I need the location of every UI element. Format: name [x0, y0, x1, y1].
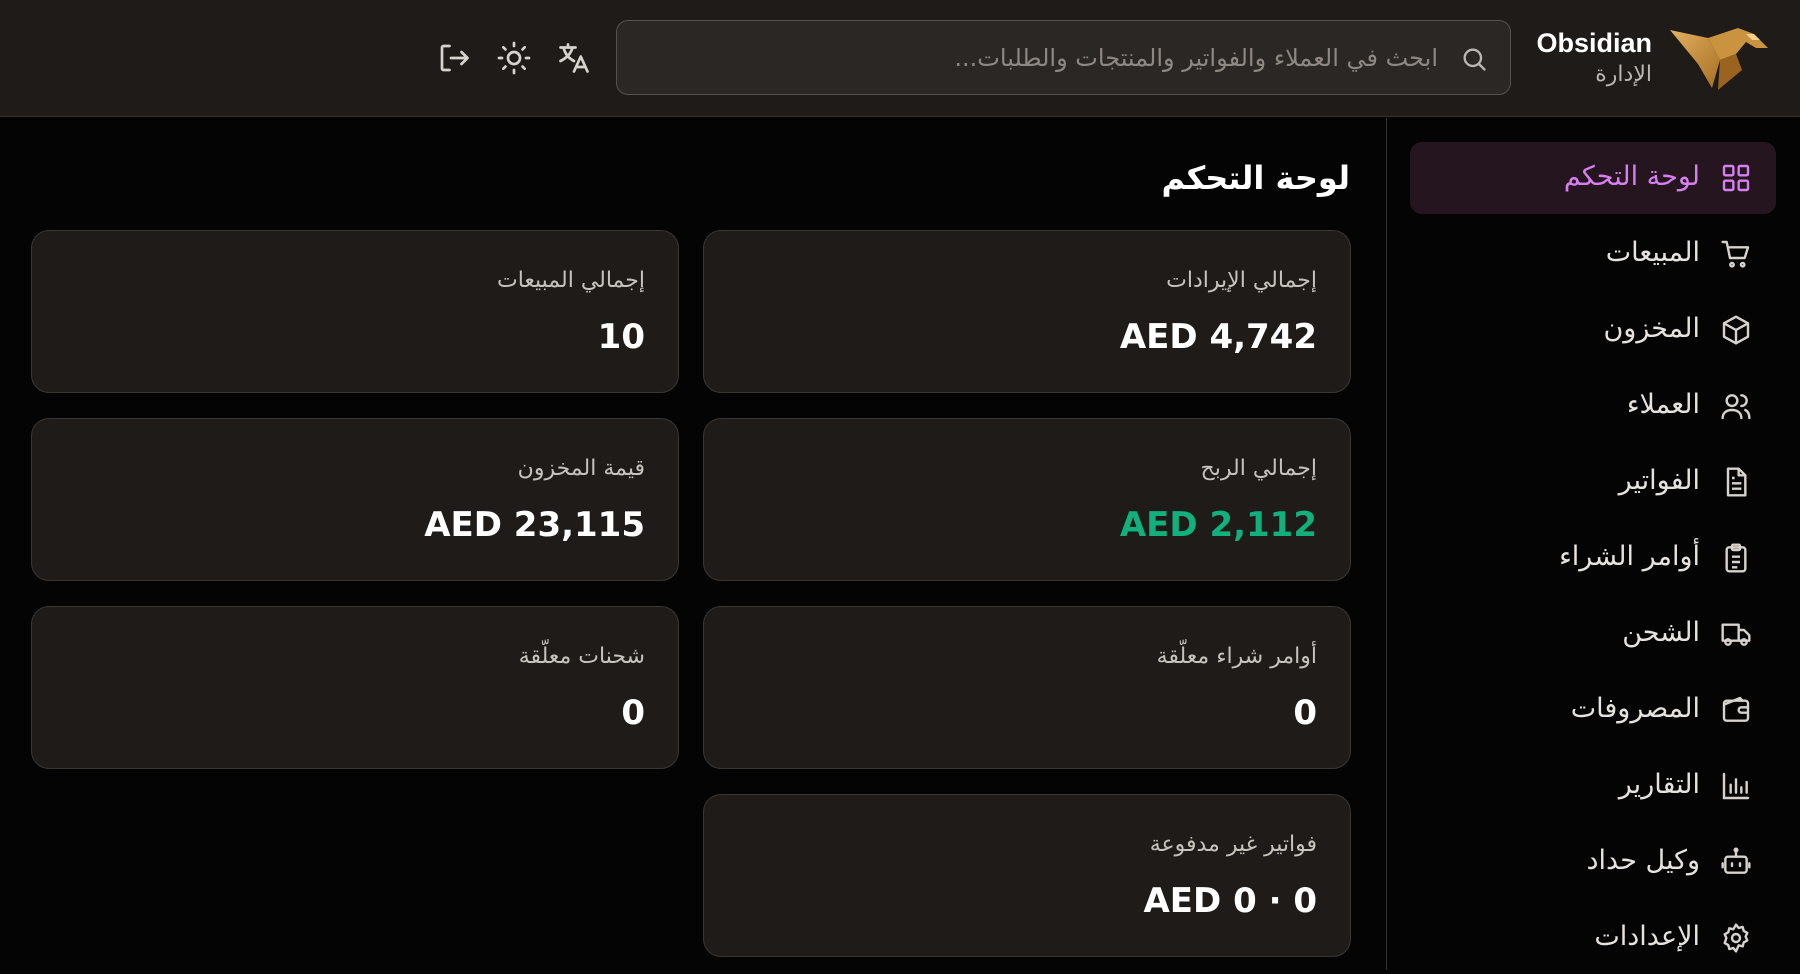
- logout-icon: [440, 44, 469, 72]
- sidebar: لوحة التحكم المبيعات المخزون العملاء الف…: [1386, 118, 1800, 970]
- wallet-icon: [1720, 694, 1752, 726]
- card-inventory-value: قيمة المخزون AED 23,115: [31, 418, 679, 581]
- card-pending-purchase-orders: أوامر شراء معلّقة 0: [703, 606, 1351, 769]
- card-label: إجمالي الربح: [1200, 456, 1317, 481]
- cart-icon: [1720, 238, 1752, 270]
- sidebar-item-label: الفواتير: [1618, 465, 1700, 496]
- card-unpaid-invoices: فواتير غير مدفوعة AED 0 · 0: [703, 794, 1351, 957]
- search-input[interactable]: [637, 21, 1438, 94]
- sidebar-item-label: التقارير: [1618, 769, 1700, 800]
- card-label: شحنات معلّقة: [518, 644, 645, 669]
- bot-icon: [1720, 846, 1752, 878]
- sidebar-item-label: المخزون: [1603, 313, 1700, 344]
- card-value: AED 4,742: [1119, 317, 1317, 357]
- users-icon: [1720, 390, 1752, 422]
- sidebar-item-sales[interactable]: المبيعات: [1410, 218, 1776, 290]
- sidebar-item-haddad-agent[interactable]: وكيل حداد: [1410, 826, 1776, 898]
- brand: Obsidian الإدارة: [1536, 26, 1652, 90]
- card-total-revenue: إجمالي الإيرادات AED 4,742: [703, 230, 1351, 393]
- card-total-sales: إجمالي المبيعات 10: [31, 230, 679, 393]
- search-box: [616, 20, 1511, 95]
- card-label: قيمة المخزون: [517, 456, 645, 481]
- sidebar-item-label: الإعدادات: [1594, 921, 1700, 952]
- sidebar-item-customers[interactable]: العملاء: [1410, 370, 1776, 442]
- sidebar-item-inventory[interactable]: المخزون: [1410, 294, 1776, 366]
- translate-icon: [559, 43, 589, 73]
- card-value: AED 23,115: [424, 505, 645, 545]
- sidebar-item-label: الشحن: [1622, 617, 1700, 648]
- eagle-logo-icon[interactable]: [1668, 24, 1770, 92]
- card-value: 0: [1293, 693, 1317, 733]
- theme-toggle-button[interactable]: [494, 38, 534, 78]
- sidebar-item-expenses[interactable]: المصروفات: [1410, 674, 1776, 746]
- sidebar-item-purchase-orders[interactable]: أوامر الشراء: [1410, 522, 1776, 594]
- sun-icon: [497, 41, 531, 75]
- card-label: أوامر شراء معلّقة: [1156, 644, 1317, 669]
- bar-chart-icon: [1720, 770, 1752, 802]
- sidebar-item-shipping[interactable]: الشحن: [1410, 598, 1776, 670]
- card-value: 0: [621, 693, 645, 733]
- sidebar-item-label: العملاء: [1626, 389, 1700, 420]
- sidebar-item-label: وكيل حداد: [1586, 845, 1700, 876]
- document-icon: [1720, 466, 1752, 498]
- logout-button[interactable]: [434, 38, 474, 78]
- box-icon: [1720, 314, 1752, 346]
- dashboard-icon: [1720, 162, 1752, 194]
- card-pending-shipments: شحنات معلّقة 0: [31, 606, 679, 769]
- settings-icon: [1720, 922, 1752, 954]
- sidebar-item-label: لوحة التحكم: [1563, 161, 1700, 192]
- card-label: إجمالي الإيرادات: [1166, 268, 1317, 293]
- sidebar-item-invoices[interactable]: الفواتير: [1410, 446, 1776, 518]
- sidebar-item-label: المصروفات: [1570, 693, 1700, 724]
- card-label: فواتير غير مدفوعة: [1149, 832, 1317, 857]
- brand-name: Obsidian: [1536, 28, 1652, 58]
- card-total-profit: إجمالي الربح AED 2,112: [703, 418, 1351, 581]
- clipboard-icon: [1720, 542, 1752, 574]
- card-value: AED 2,112: [1119, 505, 1317, 545]
- sidebar-item-label: المبيعات: [1605, 237, 1700, 268]
- language-button[interactable]: [554, 38, 594, 78]
- sidebar-item-reports[interactable]: التقارير: [1410, 750, 1776, 822]
- sidebar-item-settings[interactable]: الإعدادات: [1410, 902, 1776, 974]
- brand-subtitle: الإدارة: [1595, 62, 1652, 87]
- card-value: 10: [597, 317, 645, 357]
- sidebar-item-label: أوامر الشراء: [1559, 541, 1700, 572]
- card-value: AED 0 · 0: [1143, 881, 1317, 921]
- card-label: إجمالي المبيعات: [496, 268, 645, 293]
- sidebar-item-dashboard[interactable]: لوحة التحكم: [1410, 142, 1776, 214]
- search-icon: [1460, 45, 1488, 73]
- truck-icon: [1720, 618, 1752, 650]
- page-title: لوحة التحكم: [1161, 159, 1351, 197]
- top-header: Obsidian الإدارة: [0, 0, 1800, 117]
